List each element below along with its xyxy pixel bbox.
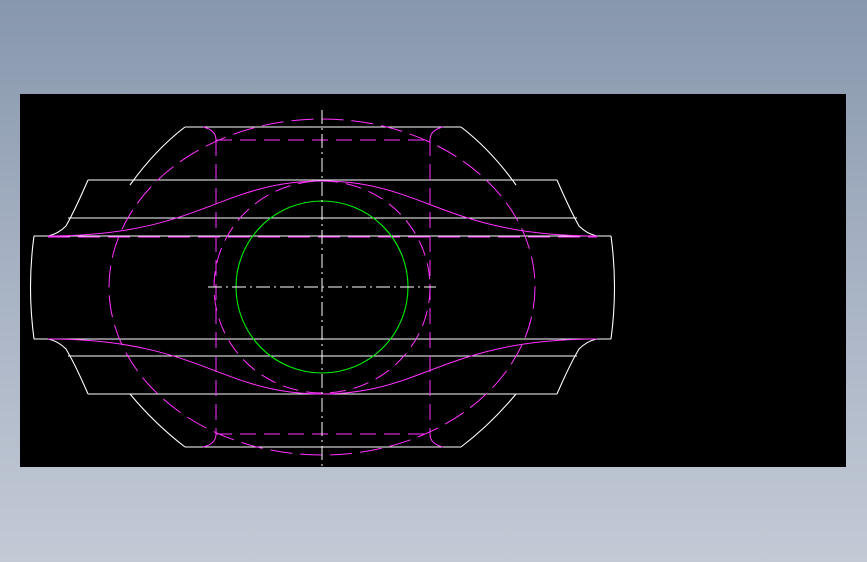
hidden-fillet-br: [429, 433, 444, 448]
hidden-fillet-tr: [429, 126, 444, 141]
hidden-fillet-bl: [202, 433, 217, 448]
outline-upper-band-left: [47, 179, 89, 237]
outline-lower-right-arc: [460, 393, 517, 448]
hidden-fillet-tl: [202, 126, 217, 141]
cad-drawing: [29, 110, 616, 466]
outline-shaft-right-end: [610, 235, 616, 340]
outline-lower-left-arc: [129, 393, 186, 448]
centerlines: [208, 110, 436, 466]
outline-upper-left-arc: [129, 126, 186, 186]
outline-lower-band-left: [47, 338, 89, 395]
outline-shaft-left-end: [29, 235, 35, 340]
outline-upper-right-arc: [460, 126, 517, 186]
cad-viewport[interactable]: [20, 94, 846, 467]
outline-upper-band-right: [556, 179, 598, 237]
outline-lower-band-right: [556, 338, 598, 395]
